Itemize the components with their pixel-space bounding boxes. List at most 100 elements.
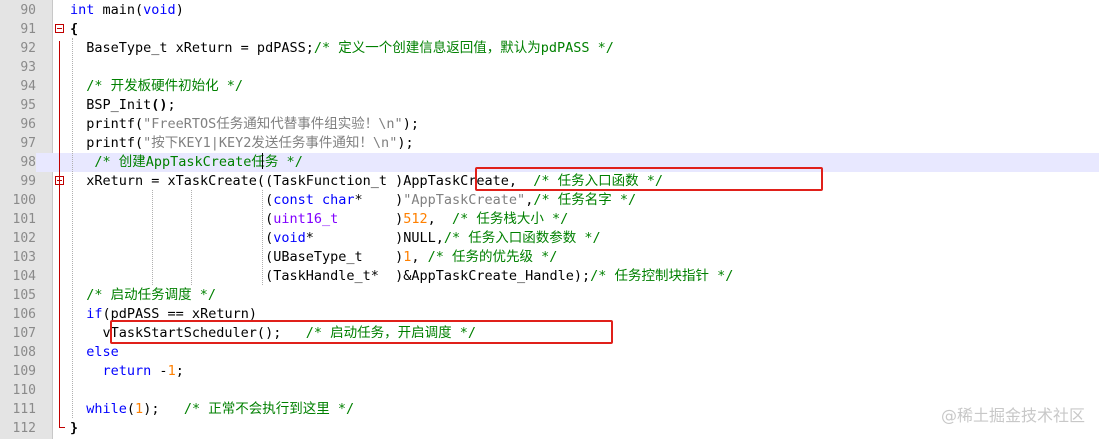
code-token: "FreeRTOS任务通知代替事件组实验！\n" bbox=[143, 116, 403, 132]
code-token: const char bbox=[273, 192, 355, 208]
code-line[interactable]: 112} bbox=[0, 419, 1099, 438]
code-text: (uint16_t )512, /* 任务栈大小 */ bbox=[70, 210, 568, 229]
code-token: /* 任务的优先级 */ bbox=[427, 249, 558, 265]
code-line[interactable]: 102 (void* )NULL,/* 任务入口函数参数 */ bbox=[0, 229, 1099, 248]
code-line[interactable]: 93 bbox=[0, 58, 1099, 77]
code-token: 1 bbox=[167, 363, 176, 379]
code-line[interactable]: 105 /* 启动任务调度 */ bbox=[0, 286, 1099, 305]
line-number: 106 bbox=[12, 307, 36, 322]
code-token: ); bbox=[143, 401, 184, 417]
code-token: while bbox=[86, 401, 127, 417]
line-number: 94 bbox=[20, 79, 36, 94]
code-token: printf( bbox=[70, 116, 144, 132]
watermark: @稀土掘金技术社区 bbox=[940, 406, 1085, 425]
code-text: return -1; bbox=[70, 362, 184, 381]
code-line[interactable]: 90 int main(void) bbox=[0, 1, 1099, 20]
code-token: BaseType_t xReturn = pdPASS; bbox=[70, 40, 314, 56]
code-token: /* 创建AppTaskCreate任务 */ bbox=[94, 154, 303, 170]
highlight-box-task-entry bbox=[475, 167, 823, 191]
code-line[interactable]: 96 printf("FreeRTOS任务通知代替事件组实验！\n"); bbox=[0, 115, 1099, 134]
code-token: ); bbox=[402, 116, 419, 132]
code-token: ( bbox=[70, 192, 274, 208]
fold-toggle-icon[interactable] bbox=[55, 24, 64, 33]
code-line[interactable]: 104 (TaskHandle_t* )&AppTaskCreate_Handl… bbox=[0, 267, 1099, 286]
line-number: 110 bbox=[12, 383, 36, 398]
code-text: BaseType_t xReturn = pdPASS;/* 定义一个创建信息返… bbox=[70, 39, 614, 58]
code-token: /* 定义一个创建信息返回值，默认为pdPASS */ bbox=[313, 40, 614, 56]
code-token: /* 任务入口函数参数 */ bbox=[443, 230, 601, 246]
code-token: } bbox=[70, 420, 79, 436]
code-token: uint16_t bbox=[273, 211, 339, 227]
line-number: 96 bbox=[20, 117, 36, 132]
code-token: if bbox=[86, 306, 103, 322]
code-text: { bbox=[70, 20, 78, 39]
fold-guide-call bbox=[59, 191, 60, 282]
code-line[interactable]: 95 BSP_Init(); bbox=[0, 96, 1099, 115]
indent-guide bbox=[262, 190, 263, 285]
code-token: void bbox=[143, 2, 176, 18]
line-number: 103 bbox=[12, 250, 36, 265]
code-token: xReturn = xTaskCreate((TaskFunction_t )A… bbox=[70, 173, 534, 189]
line-number: 105 bbox=[12, 288, 36, 303]
line-number: 107 bbox=[12, 326, 36, 341]
code-token: ; bbox=[167, 97, 176, 113]
code-line[interactable]: 101 (uint16_t )512, /* 任务栈大小 */ bbox=[0, 210, 1099, 229]
code-token: (UBaseType_t ) bbox=[70, 249, 404, 265]
code-token: ( bbox=[126, 401, 136, 417]
code-token: int bbox=[70, 2, 95, 18]
indent-guide bbox=[72, 38, 73, 418]
code-token: () bbox=[151, 97, 168, 113]
code-token: ); bbox=[397, 135, 414, 151]
code-text: } bbox=[70, 419, 78, 438]
line-number: 90 bbox=[20, 3, 36, 18]
code-editor[interactable]: 90 int main(void) 91{92 BaseType_t xReturn… bbox=[0, 0, 1099, 439]
code-line[interactable]: 110 bbox=[0, 381, 1099, 400]
text-caret bbox=[262, 153, 263, 169]
code-text: /* 开发板硬件初始化 */ bbox=[70, 77, 243, 96]
code-token: ( bbox=[70, 230, 274, 246]
code-line[interactable]: 97 printf("按下KEY1|KEY2发送任务事件通知！\n"); bbox=[0, 134, 1099, 153]
line-number: 101 bbox=[12, 212, 36, 227]
code-line[interactable]: 109 return -1; bbox=[0, 362, 1099, 381]
code-line[interactable]: 91 { bbox=[0, 20, 1099, 39]
code-token: ) bbox=[338, 211, 404, 227]
code-token: , bbox=[411, 249, 428, 265]
code-line[interactable]: 111 while(1); /* 正常不会执行到这里 */ bbox=[0, 400, 1099, 419]
code-token: /* 启动任务调度 */ bbox=[86, 287, 217, 303]
line-number: 102 bbox=[12, 231, 36, 246]
code-line[interactable]: 103 (UBaseType_t )1, /* 任务的优先级 */ bbox=[0, 248, 1099, 267]
code-text: else bbox=[70, 343, 119, 362]
code-token: 512 bbox=[403, 211, 428, 227]
line-number: 93 bbox=[20, 60, 36, 75]
indent-guide bbox=[191, 190, 192, 285]
code-line[interactable]: 108 else bbox=[0, 343, 1099, 362]
code-text: (const char* )"AppTaskCreate",/* 任务名字 */ bbox=[70, 191, 636, 210]
code-text: printf("按下KEY1|KEY2发送任务事件通知！\n"); bbox=[70, 134, 414, 153]
code-text: /* 创建AppTaskCreate任务 */ bbox=[70, 153, 303, 172]
line-number: 100 bbox=[12, 193, 36, 208]
code-text: (UBaseType_t )1, /* 任务的优先级 */ bbox=[70, 248, 557, 267]
line-number: 99 bbox=[20, 174, 36, 189]
line-number: 111 bbox=[12, 402, 36, 417]
code-token: void bbox=[273, 230, 306, 246]
code-line[interactable]: 100 (const char* )"AppTaskCreate",/* 任务名… bbox=[0, 191, 1099, 210]
line-number: 92 bbox=[20, 41, 36, 56]
code-token: (TaskHandle_t* )&AppTaskCreate_Handle); bbox=[70, 268, 591, 284]
code-token: , bbox=[427, 211, 453, 227]
code-token: - bbox=[151, 363, 168, 379]
code-text: /* 启动任务调度 */ bbox=[70, 286, 216, 305]
code-line[interactable]: 94 /* 开发板硬件初始化 */ bbox=[0, 77, 1099, 96]
code-token: /* 开发板硬件初始化 */ bbox=[86, 78, 244, 94]
code-text: (TaskHandle_t* )&AppTaskCreate_Handle);/… bbox=[70, 267, 733, 286]
line-number: 97 bbox=[20, 136, 36, 151]
line-number: 91 bbox=[20, 22, 36, 37]
code-line[interactable]: 92 BaseType_t xReturn = pdPASS;/* 定义一个创建… bbox=[0, 39, 1099, 58]
line-number: 95 bbox=[20, 98, 36, 113]
code-token: 1 bbox=[135, 401, 144, 417]
line-number: 112 bbox=[12, 421, 36, 436]
code-token: return bbox=[102, 363, 152, 379]
code-token: /* 任务控制块指针 */ bbox=[590, 268, 734, 284]
code-token: * )NULL, bbox=[305, 230, 444, 246]
code-text: (void* )NULL,/* 任务入口函数参数 */ bbox=[70, 229, 601, 248]
